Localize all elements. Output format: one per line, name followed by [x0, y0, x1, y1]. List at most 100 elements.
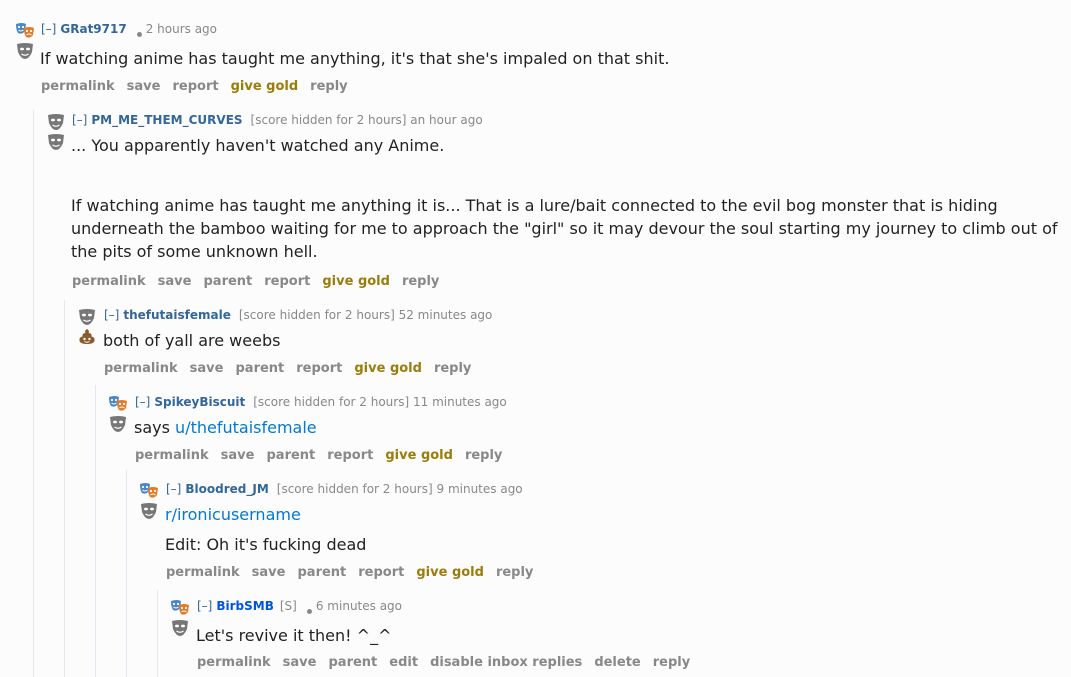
collapse-toggle[interactable]: [–] — [135, 395, 150, 409]
timestamp: 6 minutes ago — [315, 599, 403, 613]
thread-line — [33, 110, 34, 677]
report-button[interactable]: report — [327, 448, 373, 463]
score-hidden: [score hidden for 2 hours] — [276, 482, 433, 496]
separator-dot — [136, 32, 142, 37]
comment-actions: permalink save parent report give gold reply — [166, 565, 545, 581]
timestamp: 52 minutes ago — [398, 308, 493, 322]
thread-line — [64, 300, 65, 677]
comment-body: says u/thefutaisfemale — [134, 416, 1034, 439]
comment-text: says u/thefutaisfemale — [134, 416, 1034, 439]
author-link[interactable]: GRat9717 — [60, 22, 126, 36]
thread-line — [157, 590, 158, 677]
comment-tagline: [–] BirbSMB [S] 6 minutes ago — [197, 599, 402, 614]
permalink-button[interactable]: permalink — [197, 655, 271, 670]
edit-button[interactable]: edit — [389, 655, 418, 670]
parent-button[interactable]: parent — [203, 274, 252, 289]
reply-button[interactable]: reply — [496, 565, 533, 580]
user-flair — [169, 599, 193, 639]
comment-body: r/ironicusername Edit: Oh it's fucking d… — [165, 503, 1035, 556]
save-button[interactable]: save — [252, 565, 286, 580]
timestamp: an hour ago — [410, 113, 483, 127]
gray-mask-icon — [45, 113, 67, 131]
comment-text: both of yall are weebs — [103, 331, 281, 350]
timestamp: 2 hours ago — [145, 22, 218, 36]
parent-button[interactable]: parent — [328, 655, 377, 670]
score-hidden: [score hidden for 2 hours] — [253, 395, 410, 409]
collapse-toggle[interactable]: [–] — [72, 113, 87, 127]
user-flair — [45, 113, 69, 153]
comment-body: both of yall are weebs — [103, 329, 1003, 352]
disable-inbox-replies-button[interactable]: disable inbox replies — [430, 655, 582, 670]
thread-line — [126, 470, 127, 677]
comment-tagline: [–] PM_ME_THEM_CURVES [score hidden for 2 … — [72, 113, 483, 127]
comment-actions: permalink save report give gold reply — [41, 79, 360, 95]
comment-body: If watching anime has taught me anything… — [40, 47, 1060, 70]
delete-button[interactable]: delete — [594, 655, 640, 670]
score-hidden: [score hidden for 2 hours] — [250, 113, 407, 127]
parent-button[interactable]: parent — [266, 448, 315, 463]
report-button[interactable]: report — [264, 274, 310, 289]
give-gold-button[interactable]: give gold — [385, 448, 453, 463]
author-link[interactable]: PM_ME_THEM_CURVES — [91, 113, 242, 127]
comment-body: ... You apparently haven't watched any A… — [71, 134, 1066, 263]
user-flair — [14, 22, 38, 62]
parent-button[interactable]: parent — [297, 565, 346, 580]
comment-tagline: [–] Bloodred_JM [score hidden for 2 hours]… — [166, 482, 523, 496]
author-link[interactable]: Bloodred_JM — [185, 482, 268, 496]
report-button[interactable]: report — [296, 361, 342, 376]
comment-actions: permalink save parent edit disable inbox rep… — [197, 655, 702, 671]
permalink-button[interactable]: permalink — [135, 448, 209, 463]
comment-tagline: [–] thefutaisfemale [score hidden for 2 ho… — [104, 308, 492, 322]
permalink-button[interactable]: permalink — [104, 361, 178, 376]
parent-button[interactable]: parent — [235, 361, 284, 376]
comment-tagline: [–] SpikeyBiscuit [score hidden for 2 hour… — [135, 395, 507, 409]
drama-masks-icon — [107, 395, 129, 413]
gray-mask-icon — [107, 415, 129, 433]
save-button[interactable]: save — [158, 274, 192, 289]
comment-text: Let's revive it then! ^_^ — [196, 626, 392, 645]
reply-button[interactable]: reply — [434, 361, 471, 376]
permalink-button[interactable]: permalink — [72, 274, 146, 289]
subreddit-link[interactable]: r/ironicusername — [165, 505, 301, 524]
report-button[interactable]: report — [358, 565, 404, 580]
comment-text-prefix: says — [134, 418, 170, 437]
reply-button[interactable]: reply — [653, 655, 690, 670]
give-gold-button[interactable]: give gold — [322, 274, 390, 289]
comment-text: ... You apparently haven't watched any A… — [71, 136, 445, 155]
comment-text: If watching anime has taught me anything… — [40, 49, 670, 68]
submitter-badge[interactable]: [S] — [280, 599, 297, 613]
permalink-button[interactable]: permalink — [41, 79, 115, 94]
save-button[interactable]: save — [127, 79, 161, 94]
reply-button[interactable]: reply — [402, 274, 439, 289]
user-flair — [76, 308, 100, 348]
user-flair — [138, 482, 162, 522]
gray-mask-icon — [45, 133, 67, 151]
user-mention-link[interactable]: u/thefutaisfemale — [175, 418, 317, 437]
give-gold-button[interactable]: give gold — [416, 565, 484, 580]
permalink-button[interactable]: permalink — [166, 565, 240, 580]
timestamp: 11 minutes ago — [412, 395, 507, 409]
collapse-toggle[interactable]: [–] — [197, 599, 212, 613]
author-link[interactable]: SpikeyBiscuit — [154, 395, 245, 409]
comment-actions: permalink save parent report give gold reply — [104, 361, 483, 377]
report-button[interactable]: report — [172, 79, 218, 94]
author-link[interactable]: thefutaisfemale — [123, 308, 230, 322]
save-button[interactable]: save — [283, 655, 317, 670]
reply-button[interactable]: reply — [465, 448, 502, 463]
drama-masks-icon — [14, 22, 36, 40]
comment-actions: permalink save parent report give gold reply — [72, 274, 451, 290]
score-hidden: [score hidden for 2 hours] — [238, 308, 395, 322]
save-button[interactable]: save — [190, 361, 224, 376]
reply-button[interactable]: reply — [310, 79, 347, 94]
save-button[interactable]: save — [221, 448, 255, 463]
collapse-toggle[interactable]: [–] — [166, 482, 181, 496]
collapse-toggle[interactable]: [–] — [104, 308, 119, 322]
drama-masks-icon — [138, 482, 160, 500]
give-gold-button[interactable]: give gold — [354, 361, 422, 376]
timestamp: 9 minutes ago — [436, 482, 523, 496]
gray-mask-icon — [138, 502, 160, 520]
author-link[interactable]: BirbSMB — [216, 599, 274, 613]
give-gold-button[interactable]: give gold — [231, 79, 299, 94]
comment-body: Let's revive it then! ^_^ — [196, 624, 1046, 647]
collapse-toggle[interactable]: [–] — [41, 22, 56, 36]
